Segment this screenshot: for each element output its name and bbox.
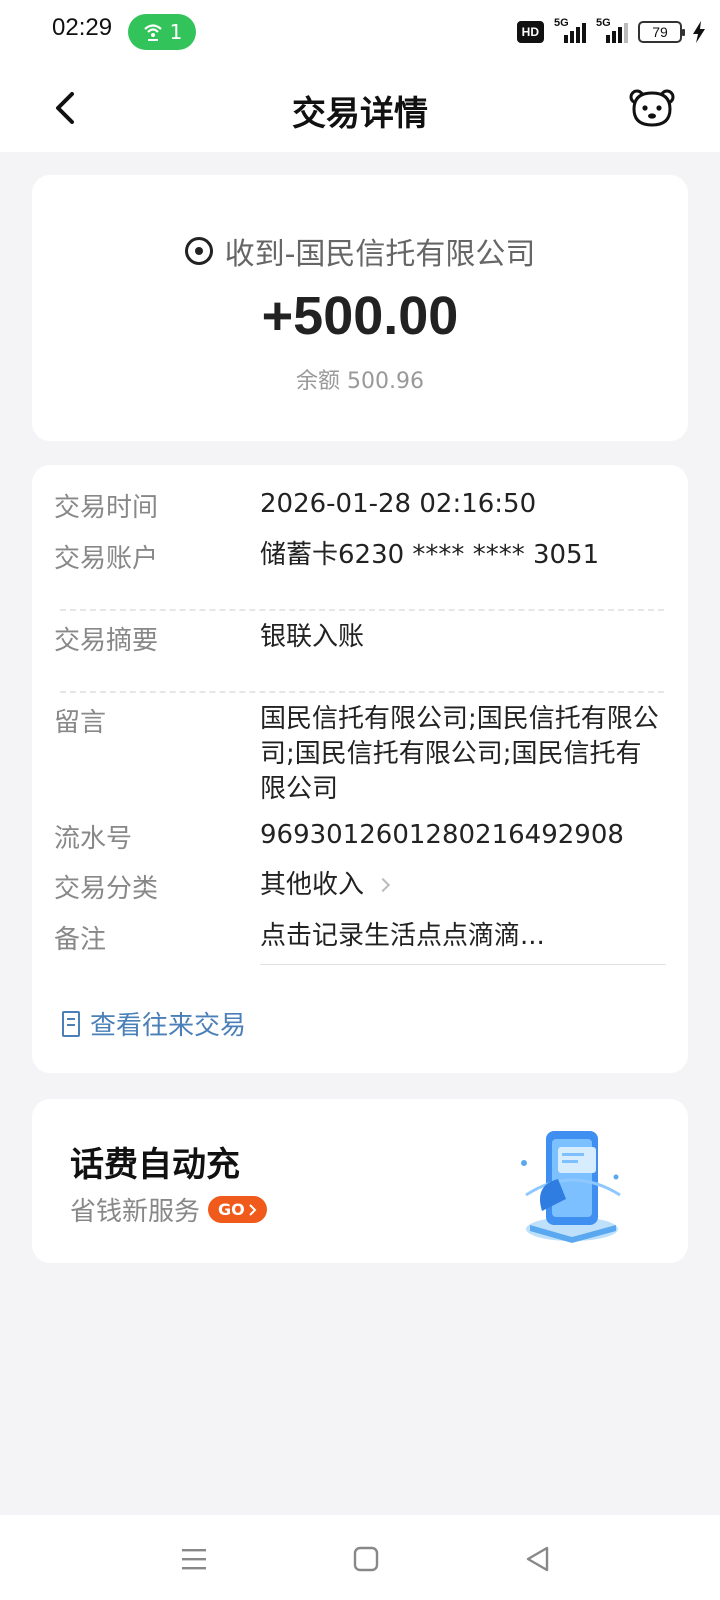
payer-line: 收到-国民信托有限公司: [32, 229, 688, 273]
battery-icon: 79: [638, 21, 685, 43]
promo-subtitle-row: 省钱新服务 GO: [70, 1191, 267, 1228]
charging-bolt-icon: [693, 21, 705, 43]
promo-subtitle: 省钱新服务: [70, 1197, 201, 1227]
auto-recharge-promo-card[interactable]: 话费自动充 省钱新服务 GO: [32, 1099, 688, 1263]
transaction-time-value: 2026-01-28 02:16:50: [260, 489, 537, 519]
detail-label: 交易分类: [54, 874, 159, 904]
memo-input[interactable]: 点击记录生活点点滴滴...: [260, 919, 666, 965]
divider: [60, 609, 664, 611]
category-value: 其他收入: [260, 870, 365, 900]
transaction-message-value: 国民信托有限公司;国民信托有限公司;国民信托有限公司;国民信托有限公司: [260, 704, 659, 804]
top-nav-bar: 交易详情: [0, 64, 720, 152]
home-button[interactable]: [346, 1539, 386, 1579]
transaction-amount: +500.00: [261, 286, 459, 346]
transaction-category-selector[interactable]: 其他收入: [260, 868, 666, 903]
serial-number-value: 9693012601280216492908: [260, 820, 624, 850]
chevron-right-icon: [249, 1203, 257, 1216]
detail-label: 留言: [54, 708, 107, 738]
signal-strength-icon: 5G: [596, 17, 628, 43]
income-coin-icon: [184, 237, 213, 265]
balance-text: 余额 500.96: [296, 369, 424, 394]
detail-label: 备注: [54, 925, 107, 955]
detail-label: 交易摘要: [54, 626, 159, 656]
go-button[interactable]: GO: [208, 1196, 267, 1223]
transaction-summary-card: 收到-国民信托有限公司 +500.00 余额 500.96: [32, 175, 688, 441]
transaction-account-value: 储蓄卡6230 **** **** 3051: [260, 540, 600, 570]
detail-label: 交易时间: [54, 493, 159, 523]
transaction-details-card: 交易时间 2026-01-28 02:16:50 交易账户 储蓄卡6230 **…: [32, 465, 688, 1073]
status-time: 02:29: [52, 14, 113, 41]
view-history-link[interactable]: 查看往来交易: [62, 1005, 246, 1042]
go-label: GO: [218, 1200, 245, 1219]
phone-illustration-icon: [521, 1131, 621, 1243]
home-square-icon: [353, 1546, 379, 1572]
back-triangle-icon: [526, 1546, 549, 1572]
divider: [60, 691, 664, 693]
payer-text: 收到-国民信托有限公司: [224, 237, 536, 272]
customer-service-button[interactable]: [626, 84, 678, 132]
transaction-summary-value: 银联入账: [260, 622, 365, 652]
detail-label: 流水号: [54, 824, 133, 854]
detail-label: 交易账户: [54, 544, 159, 574]
page-title: 交易详情: [292, 94, 428, 134]
hotspot-icon: [143, 24, 162, 41]
menu-icon: [182, 1549, 206, 1570]
customer-service-icon: [629, 89, 675, 127]
network-type-label: 5G: [596, 17, 611, 29]
back-nav-button[interactable]: [518, 1539, 558, 1579]
status-bar: 02:29 1 HD 5G 5G 79: [0, 0, 720, 64]
chevron-right-icon: [375, 877, 391, 893]
menu-button[interactable]: [174, 1539, 214, 1579]
hd-voice-icon: HD: [516, 21, 544, 43]
system-nav-bar: [0, 1515, 720, 1600]
document-icon: [62, 1010, 80, 1037]
hotspot-indicator[interactable]: 1: [128, 14, 196, 50]
view-history-label: 查看往来交易: [90, 1011, 247, 1041]
promo-title: 话费自动充: [70, 1145, 240, 1185]
hotspot-count: 1: [169, 20, 183, 44]
status-icons: HD 5G 5G 79: [516, 16, 706, 48]
network-type-label: 5G: [554, 17, 569, 29]
signal-strength-icon: 5G: [554, 17, 586, 43]
